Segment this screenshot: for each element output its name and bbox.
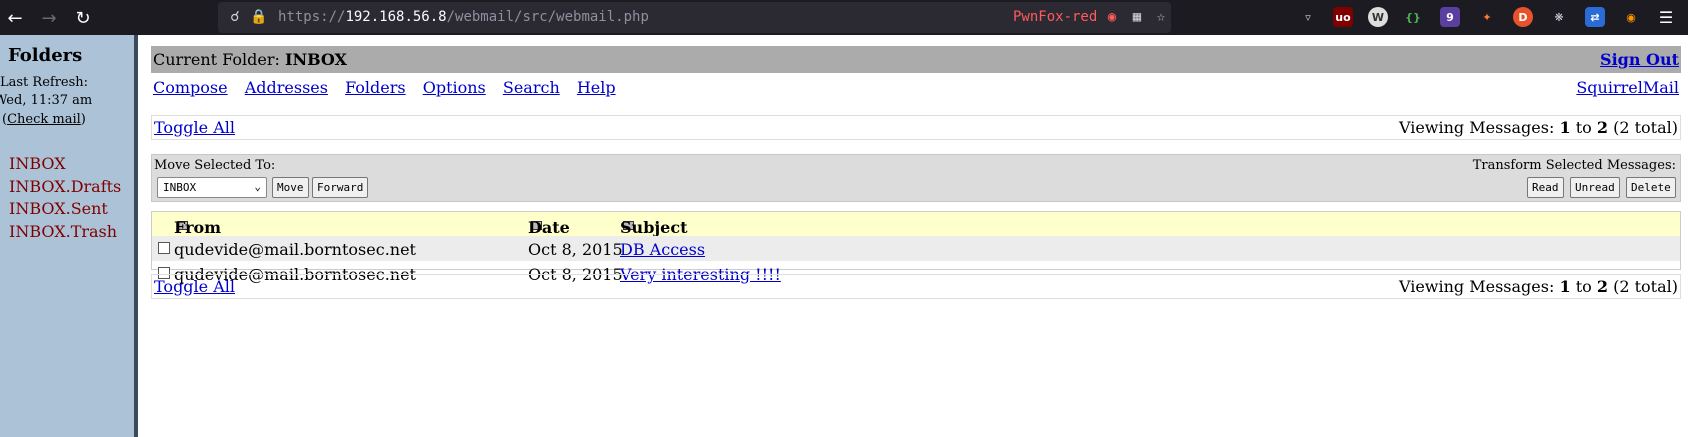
hackbar-icon[interactable]: 9 xyxy=(1440,7,1460,27)
last-refresh-time: Wed, 11:37 am xyxy=(0,93,93,108)
message-table: From Date Subject qudevide@mail.borntose… xyxy=(151,211,1681,284)
table-row: qudevide@mail.borntosec.net Oct 8, 2015 … xyxy=(152,236,1680,261)
menu-compose[interactable]: Compose xyxy=(153,78,228,97)
transform-label: Transform Selected Messages: xyxy=(1472,158,1676,173)
delete-button[interactable]: Delete xyxy=(1626,177,1676,198)
column-from[interactable]: From xyxy=(174,215,221,237)
viewing-to-word: to xyxy=(1575,118,1592,137)
check-mail-link[interactable]: Check mail xyxy=(7,112,81,127)
move-target-select[interactable]: INBOX ⌄ xyxy=(157,177,267,198)
viewing-to-word: to xyxy=(1575,277,1592,296)
menu-hamburger-icon[interactable]: ☰ xyxy=(1656,7,1676,27)
url-bar[interactable]: ☌ 🔒 https://192.168.56.8/webmail/src/web… xyxy=(218,2,1171,33)
bookmark-star-icon[interactable]: ☆ xyxy=(1152,8,1170,26)
message-from: qudevide@mail.borntosec.net xyxy=(174,240,416,259)
menu-options[interactable]: Options xyxy=(423,78,486,97)
viewing-messages-bottom: Viewing Messages: 1 to 2 (2 total) xyxy=(1399,277,1678,296)
translate-ext-icon[interactable]: ⇄ xyxy=(1585,7,1605,27)
menu-help[interactable]: Help xyxy=(577,78,616,97)
paging-bar-bottom: Toggle All Viewing Messages: 1 to 2 (2 t… xyxy=(151,274,1681,299)
column-from-label: From xyxy=(174,218,222,237)
viewing-from: 1 xyxy=(1559,118,1571,137)
shield-icon[interactable]: ☌ xyxy=(226,8,244,26)
browser-toolbar: ← → ↻ ☌ 🔒 https://192.168.56.8/webmail/s… xyxy=(0,0,1688,35)
move-button[interactable]: Move xyxy=(272,177,309,198)
folder-trash[interactable]: INBOX.Trash xyxy=(9,222,121,245)
reload-icon[interactable]: ↻ xyxy=(70,5,96,31)
menu-search[interactable]: Search xyxy=(503,78,560,97)
viewing-total: (2 total) xyxy=(1613,118,1678,137)
chevron-down-icon: ⌄ xyxy=(254,180,261,193)
duckduckgo-icon[interactable]: D xyxy=(1513,7,1533,27)
lock-warning-icon[interactable]: 🔒 xyxy=(250,8,268,26)
viewing-to: 2 xyxy=(1596,277,1608,296)
column-date[interactable]: Date xyxy=(528,215,570,237)
menu-addresses[interactable]: Addresses xyxy=(245,78,328,97)
viewing-total: (2 total) xyxy=(1613,277,1678,296)
last-refresh-label: Last Refresh: xyxy=(0,75,89,90)
folder-inbox[interactable]: INBOX xyxy=(9,154,121,177)
toggle-all-top[interactable]: Toggle All xyxy=(154,118,235,137)
forward-icon[interactable]: → xyxy=(36,5,62,31)
wappalyzer-icon[interactable]: W xyxy=(1368,7,1388,27)
message-subject-link[interactable]: DB Access xyxy=(620,240,705,259)
ublock-icon[interactable]: uo xyxy=(1333,7,1353,27)
move-target-value: INBOX xyxy=(163,181,197,194)
folder-pane: Folders Last Refresh: Wed, 11:37 am (Che… xyxy=(0,35,138,437)
sign-out-link[interactable]: Sign Out xyxy=(1600,50,1679,69)
unread-button[interactable]: Unread xyxy=(1570,177,1620,198)
fingerprint-icon[interactable]: ◉ xyxy=(1103,8,1121,26)
column-subject-label: Subject xyxy=(620,218,688,237)
move-label: Move Selected To: xyxy=(154,158,276,173)
current-folder: Current Folder: INBOX xyxy=(153,50,347,69)
viewing-prefix: Viewing Messages: xyxy=(1398,277,1555,296)
viewing-prefix: Viewing Messages: xyxy=(1398,118,1555,137)
folder-drafts[interactable]: INBOX.Drafts xyxy=(9,177,121,200)
viewing-from: 1 xyxy=(1559,277,1571,296)
back-icon[interactable]: ← xyxy=(2,5,28,31)
current-folder-bar: Current Folder: INBOX Sign Out xyxy=(151,46,1681,73)
actions-bar: Move Selected To: INBOX ⌄ Move Forward Tr… xyxy=(151,154,1681,202)
column-date-label: Date xyxy=(528,218,570,237)
paging-bar-top: Toggle All Viewing Messages: 1 to 2 (2 t… xyxy=(151,115,1681,140)
pwnfox-container-label: PwnFox-red xyxy=(1013,9,1098,25)
viewing-to: 2 xyxy=(1596,118,1608,137)
folder-list: INBOX INBOX.Drafts INBOX.Sent INBOX.Tras… xyxy=(9,154,121,244)
message-date: Oct 8, 2015 xyxy=(528,240,623,259)
url-scheme: https:// xyxy=(278,9,346,25)
current-folder-label: Current Folder: xyxy=(153,50,280,69)
toggle-all-bottom[interactable]: Toggle All xyxy=(154,277,235,296)
viewing-messages-top: Viewing Messages: 1 to 2 (2 total) xyxy=(1399,118,1678,137)
squirrelmail-link[interactable]: SquirrelMail xyxy=(1576,78,1679,97)
url-path: /webmail/src/webmail.php xyxy=(446,9,649,25)
read-button[interactable]: Read xyxy=(1527,177,1564,198)
url-host: 192.168.56.8 xyxy=(345,9,447,25)
row-checkbox[interactable] xyxy=(158,242,170,254)
main-menu: Compose Addresses Folders Options Search… xyxy=(153,78,628,97)
current-folder-name: INBOX xyxy=(284,50,347,69)
column-subject[interactable]: Subject xyxy=(620,215,687,237)
pocket-icon[interactable]: ▿ xyxy=(1298,7,1318,27)
json-icon[interactable]: {} xyxy=(1403,7,1423,27)
extensions-puzzle-icon[interactable]: ❋ xyxy=(1549,7,1569,27)
check-mail-wrapper: (Check mail) xyxy=(2,112,86,127)
folder-sent[interactable]: INBOX.Sent xyxy=(9,199,121,222)
firefox-account-icon[interactable]: ◉ xyxy=(1621,7,1641,27)
url-text[interactable]: https://192.168.56.8/webmail/src/webmail… xyxy=(278,9,649,25)
foxyproxy-icon[interactable]: ✦ xyxy=(1477,7,1497,27)
folders-title: Folders xyxy=(8,45,83,66)
translate-icon[interactable]: ▦ xyxy=(1128,8,1146,26)
forward-button[interactable]: Forward xyxy=(312,177,369,198)
menu-folders[interactable]: Folders xyxy=(345,78,406,97)
table-header: From Date Subject xyxy=(152,212,1680,237)
